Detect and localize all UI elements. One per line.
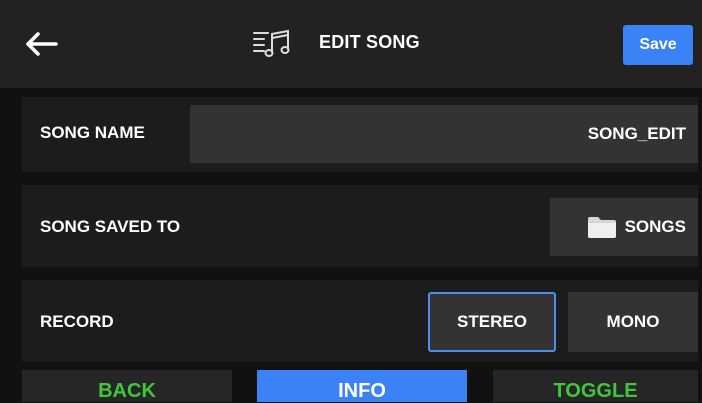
record-label: RECORD (40, 312, 114, 331)
top-bar: EDIT SONG Save (0, 0, 702, 88)
tab-back[interactable]: BACK (22, 370, 232, 402)
bottom-tab-bar: BACK INFO TOGGLE (0, 370, 702, 402)
song-saved-to-row: SONG SAVED TO SONGS (22, 185, 698, 267)
song-name-row: SONG NAME (22, 97, 698, 172)
back-arrow-icon[interactable] (24, 30, 60, 58)
save-button[interactable]: Save (623, 25, 693, 65)
folder-select-button[interactable]: SONGS (550, 198, 698, 256)
folder-icon (587, 217, 616, 238)
song-name-label: SONG NAME (40, 123, 145, 142)
record-row: RECORD STEREO MONO (22, 280, 698, 362)
folder-name: SONGS (624, 217, 686, 236)
page-title: EDIT SONG (319, 32, 420, 52)
tab-toggle[interactable]: TOGGLE (493, 370, 698, 402)
tab-info[interactable]: INFO (257, 370, 467, 402)
record-mono-option[interactable]: MONO (568, 292, 698, 352)
music-list-icon (253, 29, 290, 57)
song-saved-to-label: SONG SAVED TO (40, 217, 181, 236)
record-stereo-option[interactable]: STEREO (428, 292, 556, 352)
song-name-input[interactable] (190, 105, 698, 163)
